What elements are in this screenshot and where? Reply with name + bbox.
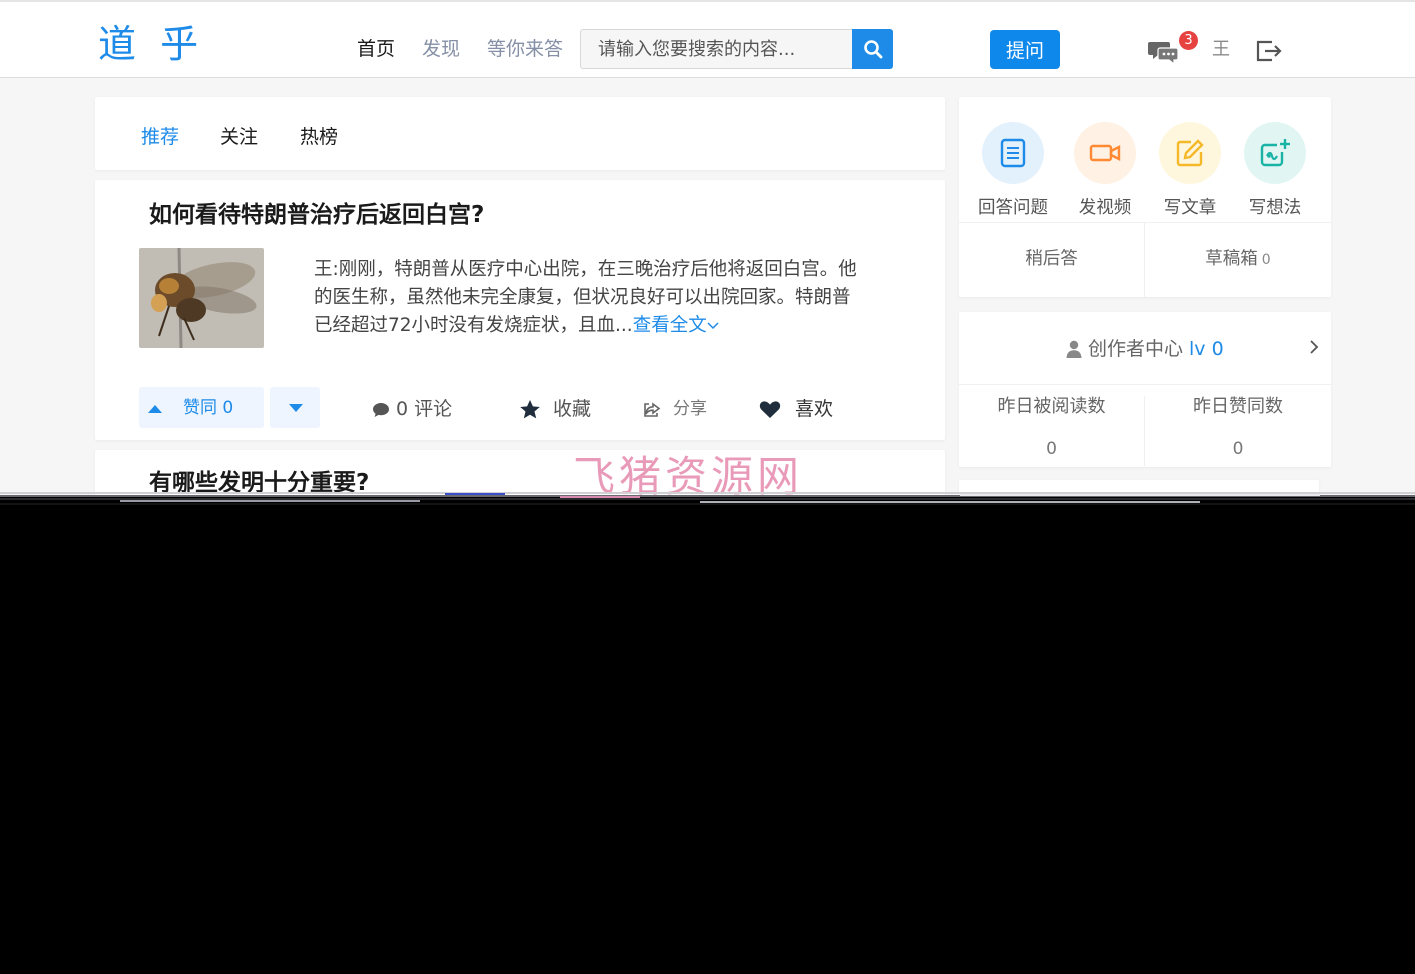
search-icon	[863, 40, 882, 59]
nav-home[interactable]: 首页	[357, 36, 395, 62]
capture-glitch	[0, 490, 1415, 510]
write-article-label: 写文章	[1163, 198, 1217, 218]
tab-hot[interactable]: 热榜	[300, 124, 338, 150]
user-name[interactable]: 王	[1212, 38, 1230, 62]
comment-icon	[373, 402, 389, 417]
answer-later-button[interactable]: 稍后答	[959, 223, 1145, 298]
create-footer: 稍后答 草稿箱 0	[959, 222, 1331, 298]
share-label: 分享	[673, 399, 707, 419]
read-more-link[interactable]: 查看全文	[633, 315, 719, 336]
page-capture: 道 乎 首页 发现 等你来答 提问 3 王 推荐	[0, 0, 1415, 497]
post-video-button[interactable]: 发视频	[1065, 122, 1145, 220]
answer-excerpt[interactable]: 王:刚刚，特朗普从医疗中心出院，在三晚治疗后他将返回白宫。他的医生称，虽然他未完…	[314, 256, 859, 340]
messages-icon[interactable]	[1148, 38, 1180, 66]
answer-thumbnail[interactable]	[139, 248, 264, 348]
favorite-label: 收藏	[553, 398, 592, 420]
chevron-right-icon	[1310, 340, 1319, 354]
document-icon	[1000, 138, 1026, 168]
comments-button[interactable]: 0 评论	[372, 398, 452, 420]
favorite-button[interactable]: 收藏	[519, 398, 591, 420]
write-idea-label: 写想法	[1248, 198, 1302, 218]
drafts-label: 草稿箱	[1205, 249, 1258, 269]
search-button[interactable]	[852, 29, 893, 69]
edit-icon	[1176, 139, 1204, 167]
stat-reads: 昨日被阅读数 0	[959, 396, 1145, 466]
post-video-label: 发视频	[1078, 198, 1132, 218]
triangle-down-icon	[289, 404, 303, 412]
feed-tabs: 推荐 关注 热榜	[95, 97, 945, 170]
stat-upvotes-value: 0	[1232, 439, 1244, 459]
triangle-up-icon	[148, 405, 162, 413]
write-idea-button[interactable]: 写想法	[1235, 122, 1315, 220]
ask-question-button[interactable]: 提问	[990, 30, 1060, 69]
answer-question-label: 回答问题	[978, 198, 1048, 218]
video-camera-icon	[1089, 144, 1121, 162]
heart-icon	[759, 400, 781, 418]
idea-icon-circle	[1244, 122, 1306, 184]
upvote-label: 赞同 0	[183, 398, 234, 418]
nav-waiting-answers[interactable]: 等你来答	[487, 36, 563, 62]
drafts-count: 0	[1261, 252, 1271, 268]
question-title[interactable]: 如何看待特朗普治疗后返回白宫?	[149, 200, 484, 230]
share-button[interactable]: 分享	[643, 398, 707, 420]
read-more-label: 查看全文	[632, 315, 707, 336]
comments-label: 0 评论	[396, 398, 453, 420]
video-icon-circle	[1074, 122, 1136, 184]
excerpt-text: 王:刚刚，特朗普从医疗中心出院，在三晚治疗后他将返回白宫。他的医生称，虽然他未完…	[314, 259, 857, 336]
creator-level: lv 0	[1189, 338, 1224, 360]
creator-center-link[interactable]: 创作者中心 lv 0	[959, 312, 1331, 385]
answer-later-label: 稍后答	[1025, 249, 1078, 269]
feed-item: 如何看待特朗普治疗后返回白宫? 王:刚刚，特朗普从医疗中心出院，在三晚治疗后他将…	[95, 180, 945, 440]
tab-recommend[interactable]: 推荐	[141, 124, 179, 150]
stat-reads-label: 昨日被阅读数	[997, 396, 1106, 417]
article-icon-circle	[1159, 122, 1221, 184]
search-input[interactable]	[581, 30, 853, 68]
idea-plus-icon	[1260, 139, 1290, 167]
creator-center-label: 创作者中心	[1088, 338, 1184, 360]
creator-center-panel: 创作者中心 lv 0 昨日被阅读数 0 昨日赞同数 0	[959, 312, 1331, 467]
chevron-down-icon	[707, 322, 719, 330]
creator-center-title: 创作者中心 lv 0	[1066, 336, 1224, 362]
stat-reads-value: 0	[1046, 439, 1057, 459]
logout-icon[interactable]	[1255, 38, 1283, 64]
top-navbar: 道 乎 首页 发现 等你来答 提问 3 王	[0, 0, 1415, 78]
star-icon	[520, 399, 540, 418]
search-box	[580, 29, 893, 69]
answer-actions: 赞同 0 0 评论 收藏 分享 喜欢	[95, 387, 945, 429]
user-icon	[1066, 340, 1082, 358]
upvote-button[interactable]: 赞同 0	[139, 387, 264, 428]
answer-question-button[interactable]: 回答问题	[973, 122, 1053, 220]
create-panel: 回答问题 发视频 写文章 写想法 稍后答 草稿箱 0	[959, 97, 1331, 298]
share-icon	[644, 401, 661, 417]
message-count-badge: 3	[1179, 31, 1198, 50]
stat-upvotes-label: 昨日赞同数	[1193, 396, 1283, 417]
like-button[interactable]: 喜欢	[759, 398, 833, 420]
tab-following[interactable]: 关注	[220, 124, 258, 150]
like-label: 喜欢	[795, 398, 834, 420]
write-article-button[interactable]: 写文章	[1150, 122, 1230, 220]
drafts-button[interactable]: 草稿箱 0	[1145, 223, 1331, 298]
site-logo[interactable]: 道 乎	[98, 20, 204, 68]
answer-icon-circle	[982, 122, 1044, 184]
insect-photo	[139, 248, 264, 348]
stat-upvotes: 昨日赞同数 0	[1145, 396, 1331, 466]
nav-discover[interactable]: 发现	[422, 36, 460, 62]
downvote-button[interactable]	[270, 387, 320, 428]
